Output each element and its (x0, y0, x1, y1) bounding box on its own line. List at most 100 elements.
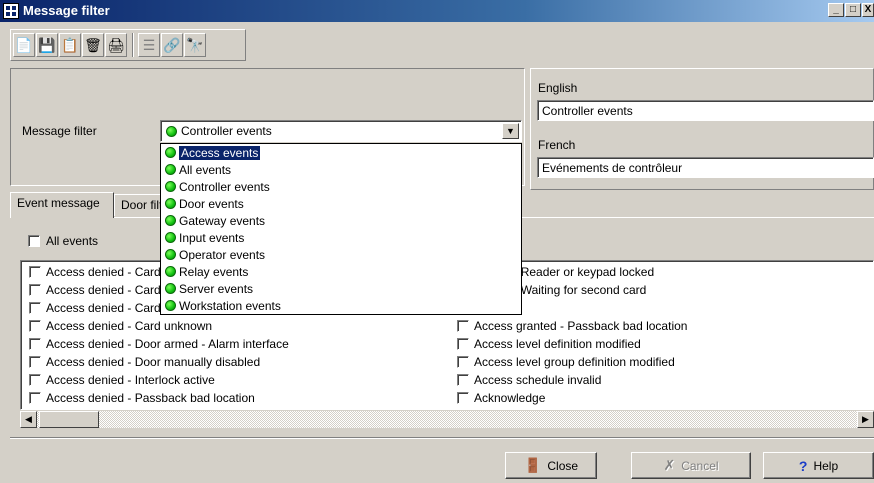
close-window-button[interactable]: X (862, 3, 874, 17)
option-label: Server events (179, 281, 254, 296)
green-status-icon (165, 164, 176, 175)
list-item[interactable]: Access denied - Door armed - Alarm inter… (29, 335, 289, 353)
print-button[interactable]: 🖨 (105, 33, 127, 57)
cancel-icon: ✗ (663, 457, 676, 473)
help-button-label: Help (813, 458, 839, 473)
dropdown-option[interactable]: Server events (161, 280, 521, 297)
list-item[interactable]: Access denied - Interlock active (29, 371, 289, 389)
save-button[interactable]: 💾 (36, 33, 58, 57)
green-status-icon (165, 181, 176, 192)
scroll-thumb[interactable] (39, 411, 99, 428)
dropdown-option[interactable]: Access events (161, 144, 521, 161)
toolbar: 📄 💾 📋 🗑 🖨 ☰ 🔗 🔭 (10, 29, 246, 61)
save-icon: 💾 (38, 36, 56, 53)
dropdown-option[interactable]: Input events (161, 229, 521, 246)
door-exit-icon: 🚪 (523, 457, 542, 473)
tab-door-filter[interactable]: Door filt (114, 194, 164, 216)
all-events-label: All events (46, 234, 99, 248)
find-button[interactable]: 🔭 (184, 33, 206, 57)
chevron-down-icon[interactable]: ▼ (502, 123, 519, 139)
cancel-button[interactable]: ✗ Cancel (631, 452, 751, 479)
event-checkbox[interactable] (457, 356, 469, 368)
dropdown-option[interactable]: Door events (161, 195, 521, 212)
list-item[interactable]: Access level group definition modified (457, 353, 687, 371)
green-status-icon (165, 147, 176, 158)
list-item[interactable]: Access level definition modified (457, 335, 687, 353)
event-checkbox[interactable] (457, 374, 469, 386)
event-checkbox[interactable] (29, 266, 41, 278)
option-label: Input events (179, 230, 245, 245)
message-filter-dropdown[interactable]: Access events All events Controller even… (160, 143, 522, 315)
event-checkbox[interactable] (457, 338, 469, 350)
option-label: All events (179, 162, 232, 177)
title-bar: Message filter _ □ X (0, 0, 874, 22)
find-icon: 🔭 (186, 36, 204, 53)
event-checkbox[interactable] (457, 392, 469, 404)
toolbar-separator (132, 33, 134, 57)
delete-button[interactable]: 🗑 (82, 33, 104, 57)
question-mark-icon: ? (798, 457, 808, 474)
event-label: Access denied - Card (46, 301, 161, 315)
maximize-button[interactable]: □ (845, 3, 861, 17)
green-status-icon (165, 266, 176, 277)
link-button[interactable]: 🔗 (161, 33, 183, 57)
message-filter-combo[interactable]: Controller events ▼ (160, 120, 522, 142)
event-label: Acknowledge (474, 391, 546, 405)
dropdown-option[interactable]: Controller events (161, 178, 521, 195)
cancel-button-label: Cancel (681, 458, 719, 473)
scroll-left-icon[interactable]: ◀ (20, 411, 37, 428)
all-events-option[interactable]: All events (28, 234, 98, 248)
event-checkbox[interactable] (29, 302, 41, 314)
event-checkbox[interactable] (29, 320, 41, 332)
dropdown-option[interactable]: Gateway events (161, 212, 521, 229)
event-checkbox[interactable] (29, 356, 41, 368)
option-label: Access events (177, 144, 262, 161)
scroll-right-icon[interactable]: ▶ (857, 411, 874, 428)
print-icon: 🖨 (107, 36, 125, 53)
list-item[interactable]: Access denied - Passback bad location (29, 389, 289, 407)
horizontal-scrollbar[interactable]: ◀ ▶ (20, 411, 874, 428)
event-checkbox[interactable] (29, 392, 41, 404)
copy-icon: 📋 (61, 36, 79, 53)
help-button[interactable]: ? Help (763, 452, 874, 479)
event-label: Access level group definition modified (474, 355, 675, 369)
app-icon (3, 3, 19, 19)
french-field[interactable]: Evénements de contrôleur (537, 157, 874, 178)
option-label: Workstation events (179, 298, 281, 313)
list-item[interactable]: Access denied - Card unknown (29, 317, 289, 335)
event-checkbox[interactable] (29, 374, 41, 386)
dropdown-option[interactable]: Relay events (161, 263, 521, 280)
list-item[interactable]: Access schedule invalid (457, 371, 687, 389)
delete-icon: 🗑 (84, 36, 102, 53)
option-label: Relay events (179, 264, 249, 279)
english-field[interactable]: Controller events (537, 100, 874, 121)
event-label: Access denied - Door manually disabled (46, 355, 261, 369)
event-checkbox[interactable] (457, 320, 469, 332)
dropdown-option[interactable]: Operator events (161, 246, 521, 263)
option-label: Gateway events (179, 213, 266, 228)
green-status-icon (165, 283, 176, 294)
event-checkbox[interactable] (29, 338, 41, 350)
link-icon: 🔗 (163, 36, 181, 53)
list-item[interactable]: Access denied - Door manually disabled (29, 353, 289, 371)
bottom-divider (10, 437, 874, 439)
list-button[interactable]: ☰ (138, 33, 160, 57)
close-button[interactable]: 🚪 Close (505, 452, 597, 479)
green-status-icon (165, 249, 176, 260)
list-item[interactable]: Acknowledge (457, 389, 687, 407)
minimize-button[interactable]: _ (828, 3, 844, 17)
tab-event-message[interactable]: Event message (10, 192, 114, 218)
event-label: Access level definition modified (474, 337, 641, 351)
dropdown-option[interactable]: Workstation events (161, 297, 521, 314)
all-events-checkbox[interactable] (28, 235, 40, 247)
event-label: Access denied - Interlock active (46, 373, 215, 387)
dropdown-option[interactable]: All events (161, 161, 521, 178)
new-button[interactable]: 📄 (13, 33, 35, 57)
copy-button[interactable]: 📋 (59, 33, 81, 57)
close-button-label: Close (547, 458, 579, 473)
list-item[interactable]: Access granted - Passback bad location (457, 317, 687, 335)
green-status-icon (165, 300, 176, 311)
green-status-icon (165, 198, 176, 209)
option-label: Door events (179, 196, 244, 211)
event-checkbox[interactable] (29, 284, 41, 296)
